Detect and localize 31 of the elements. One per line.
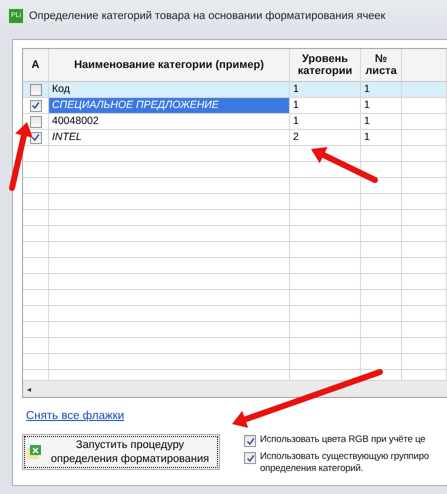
checkbox[interactable] — [30, 132, 42, 144]
table-cell: Код — [49, 82, 290, 97]
checkbox[interactable] — [244, 452, 256, 464]
table-cell: 1 — [290, 114, 361, 129]
column-header[interactable]: № листа — [361, 49, 402, 81]
scroll-left-button[interactable]: ◂ — [23, 384, 31, 394]
column-header[interactable]: Уровень категории — [290, 49, 361, 81]
spreadsheet-icon — [27, 445, 41, 459]
option-label: Использовать цвета RGB при учёте це — [260, 434, 426, 446]
annotation-arrow — [9, 122, 33, 191]
run-button[interactable]: Запустить процедуру определения форматирования — [22, 434, 220, 470]
checkbox[interactable] — [30, 116, 42, 128]
option-label: Использовать существующую группиро определения категорий. — [260, 451, 429, 475]
window-title: Определение категорий товара на основании форматирования ячеек — [29, 10, 386, 22]
column-header[interactable]: А — [23, 49, 49, 81]
column-header[interactable]: Наименование категории (пример) — [49, 49, 290, 81]
table-cell: 1 — [361, 98, 402, 113]
table-cell: 40048002 — [49, 114, 290, 129]
table-cell: 1 — [290, 98, 361, 113]
table-cell: СПЕЦИАЛЬНОЕ ПРЕДЛОЖЕНИЕ — [49, 98, 290, 113]
annotation-arrow — [311, 147, 378, 183]
clear-all-link[interactable]: Снять все флажки — [26, 410, 124, 422]
checkbox[interactable] — [30, 84, 42, 96]
table-cell: 1 — [361, 130, 402, 145]
table-cell: 2 — [290, 130, 361, 145]
table-cell: 1 — [361, 114, 402, 129]
table-cell: 1 — [290, 82, 361, 97]
table-cell: 1 — [361, 82, 402, 97]
checkbox[interactable] — [244, 435, 256, 447]
checkbox[interactable] — [30, 100, 42, 112]
table-cell: INTEL — [49, 130, 290, 145]
